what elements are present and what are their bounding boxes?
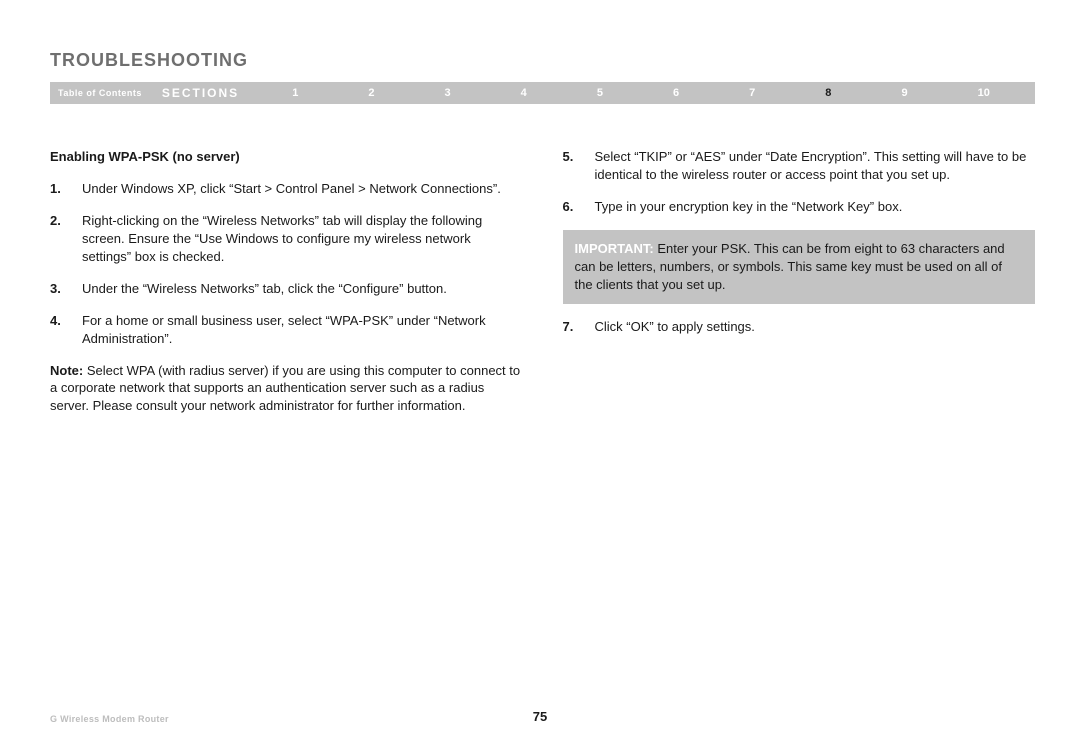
note-block: Note: Select WPA (with radius server) if… <box>50 362 523 416</box>
step-text: Right-clicking on the “Wireless Networks… <box>82 212 523 266</box>
step-text: Under Windows XP, click “Start > Control… <box>82 180 523 198</box>
nav-section-2[interactable]: 2 <box>368 87 374 99</box>
step-7: 7. Click “OK” to apply settings. <box>563 318 1036 336</box>
nav-section-1[interactable]: 1 <box>292 87 298 99</box>
step-text: For a home or small business user, selec… <box>82 312 523 348</box>
step-number: 5. <box>563 148 595 184</box>
step-number: 7. <box>563 318 595 336</box>
step-number: 2. <box>50 212 82 266</box>
step-text: Under the “Wireless Networks” tab, click… <box>82 280 523 298</box>
note-label: Note: <box>50 363 83 378</box>
nav-section-4[interactable]: 4 <box>521 87 527 99</box>
right-column: 5. Select “TKIP” or “AES” under “Date En… <box>563 148 1036 429</box>
step-3: 3. Under the “Wireless Networks” tab, cl… <box>50 280 523 298</box>
footer-page-number: 75 <box>0 709 1080 724</box>
left-column: Enabling WPA-PSK (no server) 1. Under Wi… <box>50 148 523 429</box>
step-text: Select “TKIP” or “AES” under “Date Encry… <box>595 148 1036 184</box>
nav-section-5[interactable]: 5 <box>597 87 603 99</box>
nav-section-7[interactable]: 7 <box>749 87 755 99</box>
step-number: 3. <box>50 280 82 298</box>
step-number: 4. <box>50 312 82 348</box>
step-number: 1. <box>50 180 82 198</box>
nav-sections-label: SECTIONS <box>162 86 247 100</box>
nav-toc-link[interactable]: Table of Contents <box>50 88 162 98</box>
nav-section-8[interactable]: 8 <box>825 87 831 99</box>
content-area: Enabling WPA-PSK (no server) 1. Under Wi… <box>50 148 1035 429</box>
page-title: TROUBLESHOOTING <box>50 50 248 71</box>
nav-section-3[interactable]: 3 <box>445 87 451 99</box>
step-number: 6. <box>563 198 595 216</box>
important-label: IMPORTANT: <box>575 241 654 256</box>
nav-section-numbers: 1 2 3 4 5 6 7 8 9 10 <box>247 87 1035 99</box>
step-1: 1. Under Windows XP, click “Start > Cont… <box>50 180 523 198</box>
subheading: Enabling WPA-PSK (no server) <box>50 148 523 166</box>
note-text: Select WPA (with radius server) if you a… <box>50 363 520 414</box>
step-4: 4. For a home or small business user, se… <box>50 312 523 348</box>
step-text: Click “OK” to apply settings. <box>595 318 1036 336</box>
step-text: Type in your encryption key in the “Netw… <box>595 198 1036 216</box>
nav-section-6[interactable]: 6 <box>673 87 679 99</box>
step-2: 2. Right-clicking on the “Wireless Netwo… <box>50 212 523 266</box>
nav-section-9[interactable]: 9 <box>901 87 907 99</box>
nav-section-10[interactable]: 10 <box>978 87 990 99</box>
section-nav: Table of Contents SECTIONS 1 2 3 4 5 6 7… <box>50 82 1035 104</box>
important-callout: IMPORTANT: Enter your PSK. This can be f… <box>563 230 1036 304</box>
step-6: 6. Type in your encryption key in the “N… <box>563 198 1036 216</box>
step-5: 5. Select “TKIP” or “AES” under “Date En… <box>563 148 1036 184</box>
